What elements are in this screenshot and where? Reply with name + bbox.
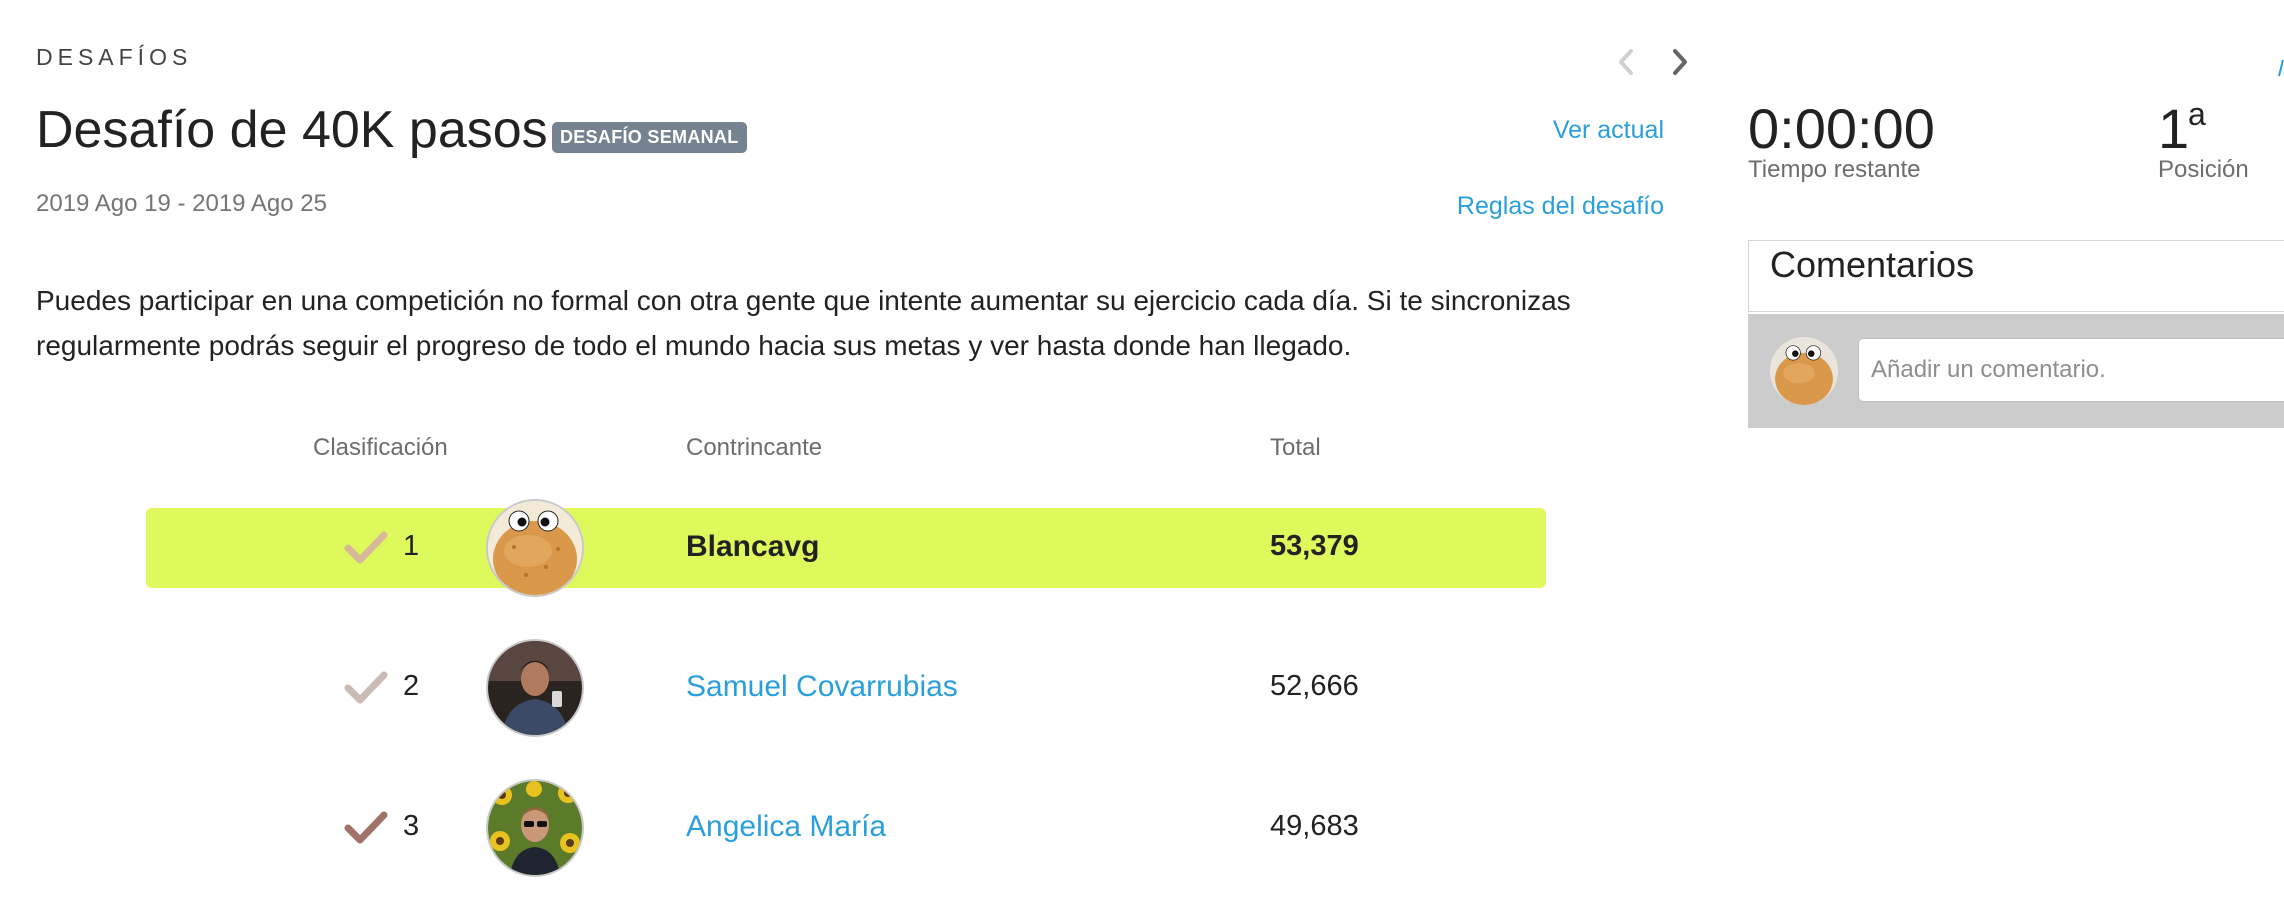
- position-ordinal-suffix: a: [2188, 96, 2206, 132]
- column-header-rank: Clasificación: [313, 434, 448, 461]
- opponent-name-link[interactable]: Samuel Covarrubias: [686, 670, 958, 704]
- time-remaining-value: 0:00:00: [1748, 97, 1935, 160]
- man-photo-avatar[interactable]: [486, 639, 584, 737]
- time-remaining-label: Tiempo restante: [1748, 156, 1921, 183]
- position-value: 1: [2158, 97, 2190, 160]
- check-icon: [344, 671, 388, 704]
- chevron-right-icon: [1673, 49, 1687, 75]
- previous-challenge-button[interactable]: [1612, 44, 1640, 80]
- step-total: 49,683: [1270, 810, 1359, 842]
- section-label: DESAFÍOS: [36, 44, 193, 70]
- rank-number: 2: [403, 670, 420, 702]
- check-icon: [344, 531, 388, 564]
- leaderboard-row: 1 Blancavg 53,379: [146, 499, 1546, 597]
- step-total: 53,379: [1270, 530, 1359, 562]
- leaderboard-row: 2 Samuel Covarrubias 52,666: [146, 639, 1546, 737]
- cookie-avatar[interactable]: [486, 499, 584, 597]
- current-user-avatar: [1770, 337, 1838, 405]
- column-header-total: Total: [1270, 434, 1321, 461]
- challenge-dates: 2019 Ago 19 - 2019 Ago 25: [36, 190, 327, 217]
- opponent-name-link[interactable]: Angelica María: [686, 810, 886, 844]
- next-challenge-button[interactable]: [1666, 44, 1694, 80]
- sunflower-photo-avatar[interactable]: [486, 779, 584, 877]
- column-header-opponent: Contrincante: [686, 434, 823, 461]
- comment-input[interactable]: [1858, 338, 2284, 402]
- rank-number: 3: [403, 810, 420, 842]
- chevron-left-icon: [1619, 49, 1633, 75]
- leaderboard-row: 3 Angelica María 49,683: [146, 779, 1546, 877]
- comments-title: Comentarios: [1770, 244, 1975, 285]
- opponent-name: Blancavg: [686, 530, 820, 563]
- weekly-challenge-badge: DESAFÍO SEMANAL: [552, 122, 747, 153]
- page-title: Desafío de 40K pasos: [36, 101, 548, 159]
- rank-number: 1: [403, 530, 420, 562]
- check-icon: [344, 811, 388, 844]
- challenge-rules-link[interactable]: Reglas del desafío: [1457, 192, 1664, 221]
- step-total: 52,666: [1270, 670, 1359, 702]
- challenge-description: Puedes participar en una competición no …: [36, 285, 1571, 361]
- view-current-link[interactable]: Ver actual: [1553, 116, 1664, 145]
- position-label: Posición: [2158, 156, 2249, 183]
- cut-off-icon: [2278, 58, 2284, 78]
